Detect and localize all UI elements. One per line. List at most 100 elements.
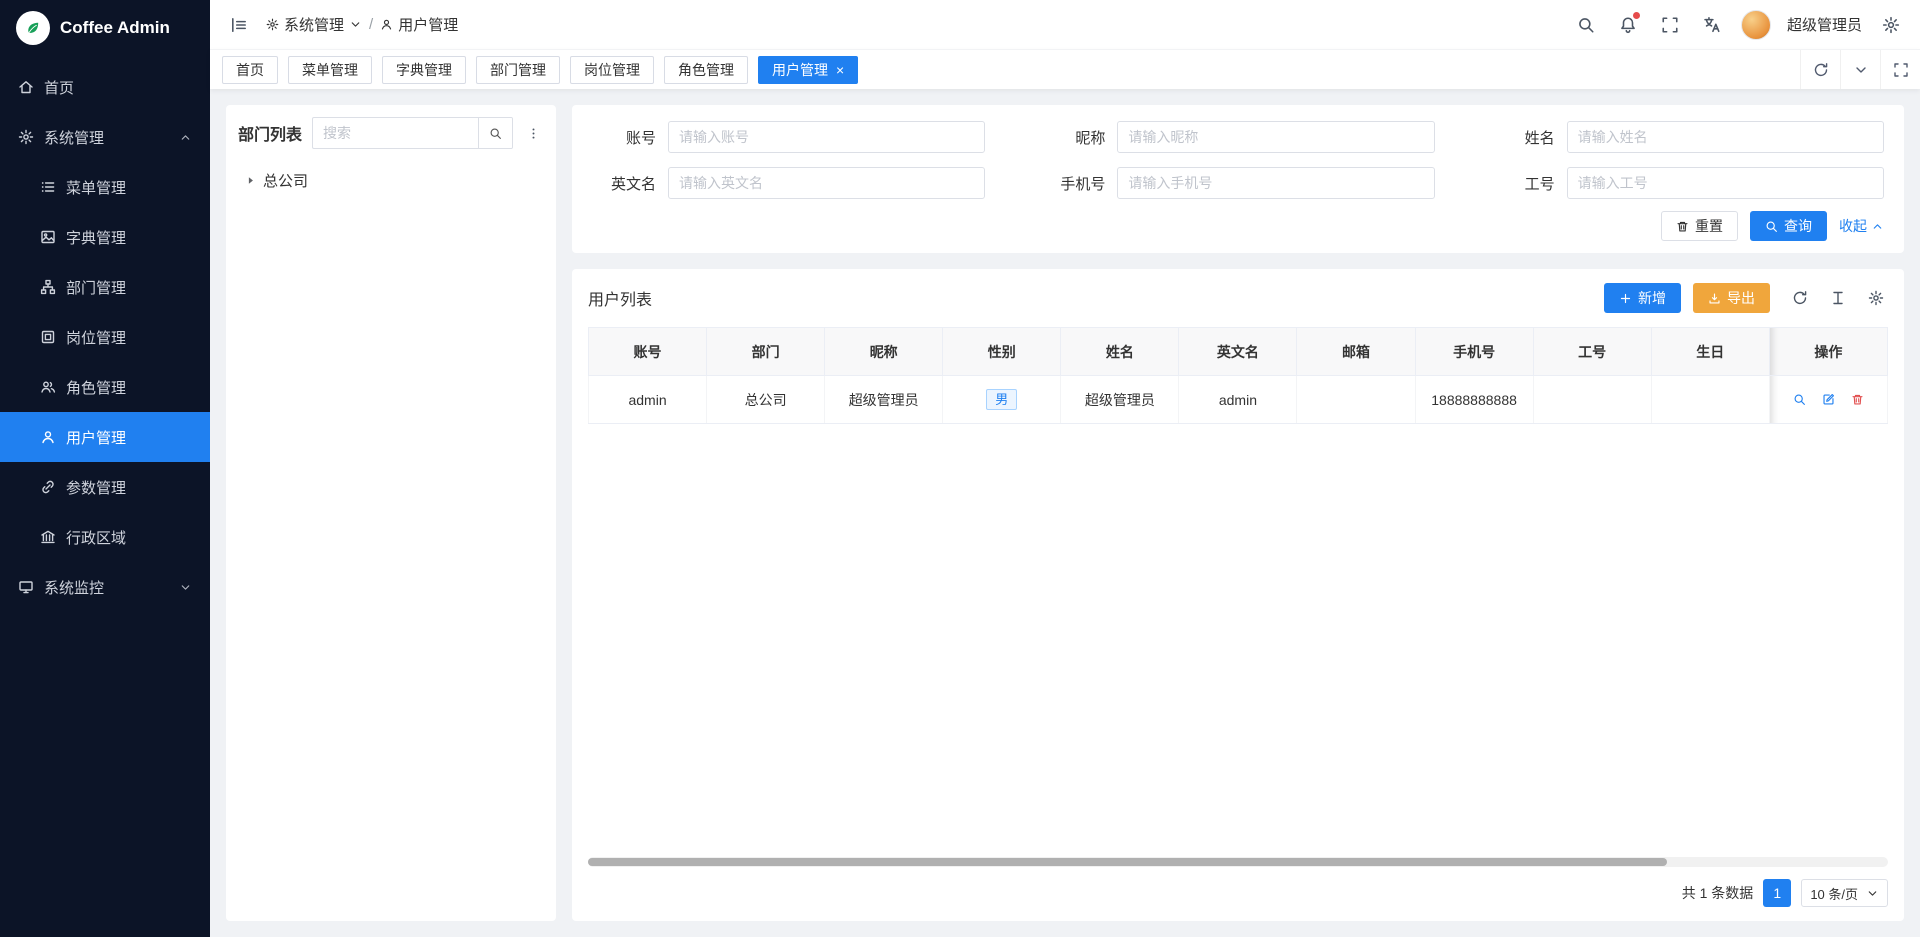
close-icon[interactable]: ×	[836, 63, 844, 77]
caret-right-icon[interactable]	[244, 174, 257, 187]
department-search-input[interactable]	[313, 125, 478, 141]
page-size-select[interactable]: 10 条/页	[1801, 879, 1888, 907]
home-icon	[18, 79, 34, 95]
tab-home[interactable]: 首页	[222, 56, 278, 84]
system-management-submenu: 菜单管理 字典管理 部门管理 岗位管理 角色管理 用户管理	[0, 162, 210, 562]
sidebar-item-user-management[interactable]: 用户管理	[0, 412, 210, 462]
app-title: Coffee Admin	[60, 18, 170, 38]
tab-menu-management[interactable]: 菜单管理	[288, 56, 372, 84]
user-avatar[interactable]	[1741, 10, 1771, 40]
tab-label: 部门管理	[490, 60, 546, 80]
add-button-label: 新增	[1638, 288, 1666, 308]
global-search-button[interactable]	[1573, 12, 1599, 38]
sidebar-item-menu-management[interactable]: 菜单管理	[0, 162, 210, 212]
tab-controls	[1800, 50, 1920, 89]
nickname-input[interactable]	[1117, 121, 1434, 153]
tab-department-management[interactable]: 部门管理	[476, 56, 560, 84]
sidebar-item-post-management[interactable]: 岗位管理	[0, 312, 210, 362]
chevron-down-icon	[1866, 887, 1879, 900]
query-button[interactable]: 查询	[1750, 211, 1827, 241]
settings-button[interactable]	[1878, 12, 1904, 38]
download-icon	[1708, 292, 1721, 305]
refresh-tab-button[interactable]	[1800, 50, 1840, 89]
cell-nickname: 超级管理员	[825, 376, 943, 424]
page-number-button[interactable]: 1	[1763, 879, 1791, 907]
search-icon	[1577, 16, 1595, 34]
english-name-input[interactable]	[668, 167, 985, 199]
job-number-input[interactable]	[1567, 167, 1884, 199]
view-row-button[interactable]	[1791, 391, 1808, 408]
sidebar-item-system-monitor[interactable]: 系统监控	[0, 562, 210, 612]
tab-user-management[interactable]: 用户管理 ×	[758, 56, 858, 84]
tab-post-management[interactable]: 岗位管理	[570, 56, 654, 84]
content-fullscreen-button[interactable]	[1880, 50, 1920, 89]
plus-icon	[1619, 292, 1632, 305]
department-more-button[interactable]	[523, 123, 544, 144]
column-settings-button[interactable]	[1864, 286, 1888, 310]
sidebar-item-admin-region[interactable]: 行政区域	[0, 512, 210, 562]
sidebar-item-parameter-management[interactable]: 参数管理	[0, 462, 210, 512]
table-row[interactable]: admin 总公司 超级管理员 男 超级管理员 admin 1888888888…	[589, 376, 1888, 424]
monitor-icon	[18, 579, 34, 595]
tree-node-head-office[interactable]: 总公司	[242, 165, 540, 196]
sidebar-item-label: 角色管理	[66, 377, 126, 398]
list-icon	[40, 179, 56, 195]
tab-role-management[interactable]: 角色管理	[664, 56, 748, 84]
search-form-grid: 账号 昵称 姓名 英文名	[592, 121, 1884, 199]
column-header-english-name: 英文名	[1179, 328, 1297, 376]
refresh-icon	[1792, 290, 1808, 306]
department-search-button[interactable]	[478, 118, 512, 148]
sidebar-item-department-management[interactable]: 部门管理	[0, 262, 210, 312]
department-panel-header: 部门列表	[238, 117, 544, 149]
name-input[interactable]	[1567, 121, 1884, 153]
gear-icon	[1868, 290, 1884, 306]
tab-dictionary-management[interactable]: 字典管理	[382, 56, 466, 84]
edit-row-button[interactable]	[1820, 391, 1837, 408]
column-header-gender: 性别	[943, 328, 1061, 376]
column-header-phone: 手机号	[1415, 328, 1533, 376]
expand-icon	[1893, 62, 1909, 78]
account-input[interactable]	[668, 121, 985, 153]
breadcrumb-item-user[interactable]: 用户管理	[380, 14, 458, 35]
notifications-button[interactable]	[1615, 12, 1641, 38]
sidebar-item-dictionary-management[interactable]: 字典管理	[0, 212, 210, 262]
sidebar-item-system-management[interactable]: 系统管理	[0, 112, 210, 162]
tab-options-button[interactable]	[1840, 50, 1880, 89]
query-button-label: 查询	[1784, 216, 1812, 236]
reset-button[interactable]: 重置	[1661, 211, 1738, 241]
delete-row-button[interactable]	[1849, 391, 1866, 408]
collapse-button[interactable]: 收起	[1839, 216, 1884, 236]
field-label: 账号	[592, 127, 656, 148]
department-tree: 总公司	[238, 163, 544, 198]
scrollbar-thumb[interactable]	[588, 858, 1667, 866]
sidebar-collapse-button[interactable]	[226, 12, 252, 38]
add-user-button[interactable]: 新增	[1604, 283, 1681, 313]
sidebar-item-label: 字典管理	[66, 227, 126, 248]
field-label: 英文名	[592, 173, 656, 194]
cell-email	[1297, 376, 1415, 424]
sidebar-item-home[interactable]: 首页	[0, 62, 210, 112]
cell-account: admin	[589, 376, 707, 424]
row-height-button[interactable]	[1826, 286, 1850, 310]
search-form-card: 账号 昵称 姓名 英文名	[572, 105, 1904, 253]
column-header-birthday: 生日	[1651, 328, 1769, 376]
sidebar-item-role-management[interactable]: 角色管理	[0, 362, 210, 412]
more-vertical-icon	[527, 127, 540, 140]
user-icon	[40, 429, 56, 445]
cell-actions	[1769, 376, 1887, 424]
department-panel: 部门列表 总公司	[226, 105, 556, 921]
breadcrumb-item-system[interactable]: 系统管理	[266, 14, 362, 35]
tab-label: 角色管理	[678, 60, 734, 80]
refresh-table-button[interactable]	[1788, 286, 1812, 310]
fullscreen-button[interactable]	[1657, 12, 1683, 38]
column-header-name: 姓名	[1061, 328, 1179, 376]
phone-input[interactable]	[1117, 167, 1434, 199]
language-button[interactable]	[1699, 12, 1725, 38]
gear-icon	[18, 129, 34, 145]
user-table: 账号 部门 昵称 性别 姓名 英文名 邮箱 手机号 工号 生日 操作	[588, 327, 1888, 424]
cell-job-number	[1533, 376, 1651, 424]
table-tool-icons	[1788, 286, 1888, 310]
export-button[interactable]: 导出	[1693, 283, 1770, 313]
user-name[interactable]: 超级管理员	[1787, 14, 1862, 35]
horizontal-scrollbar[interactable]	[588, 857, 1888, 867]
